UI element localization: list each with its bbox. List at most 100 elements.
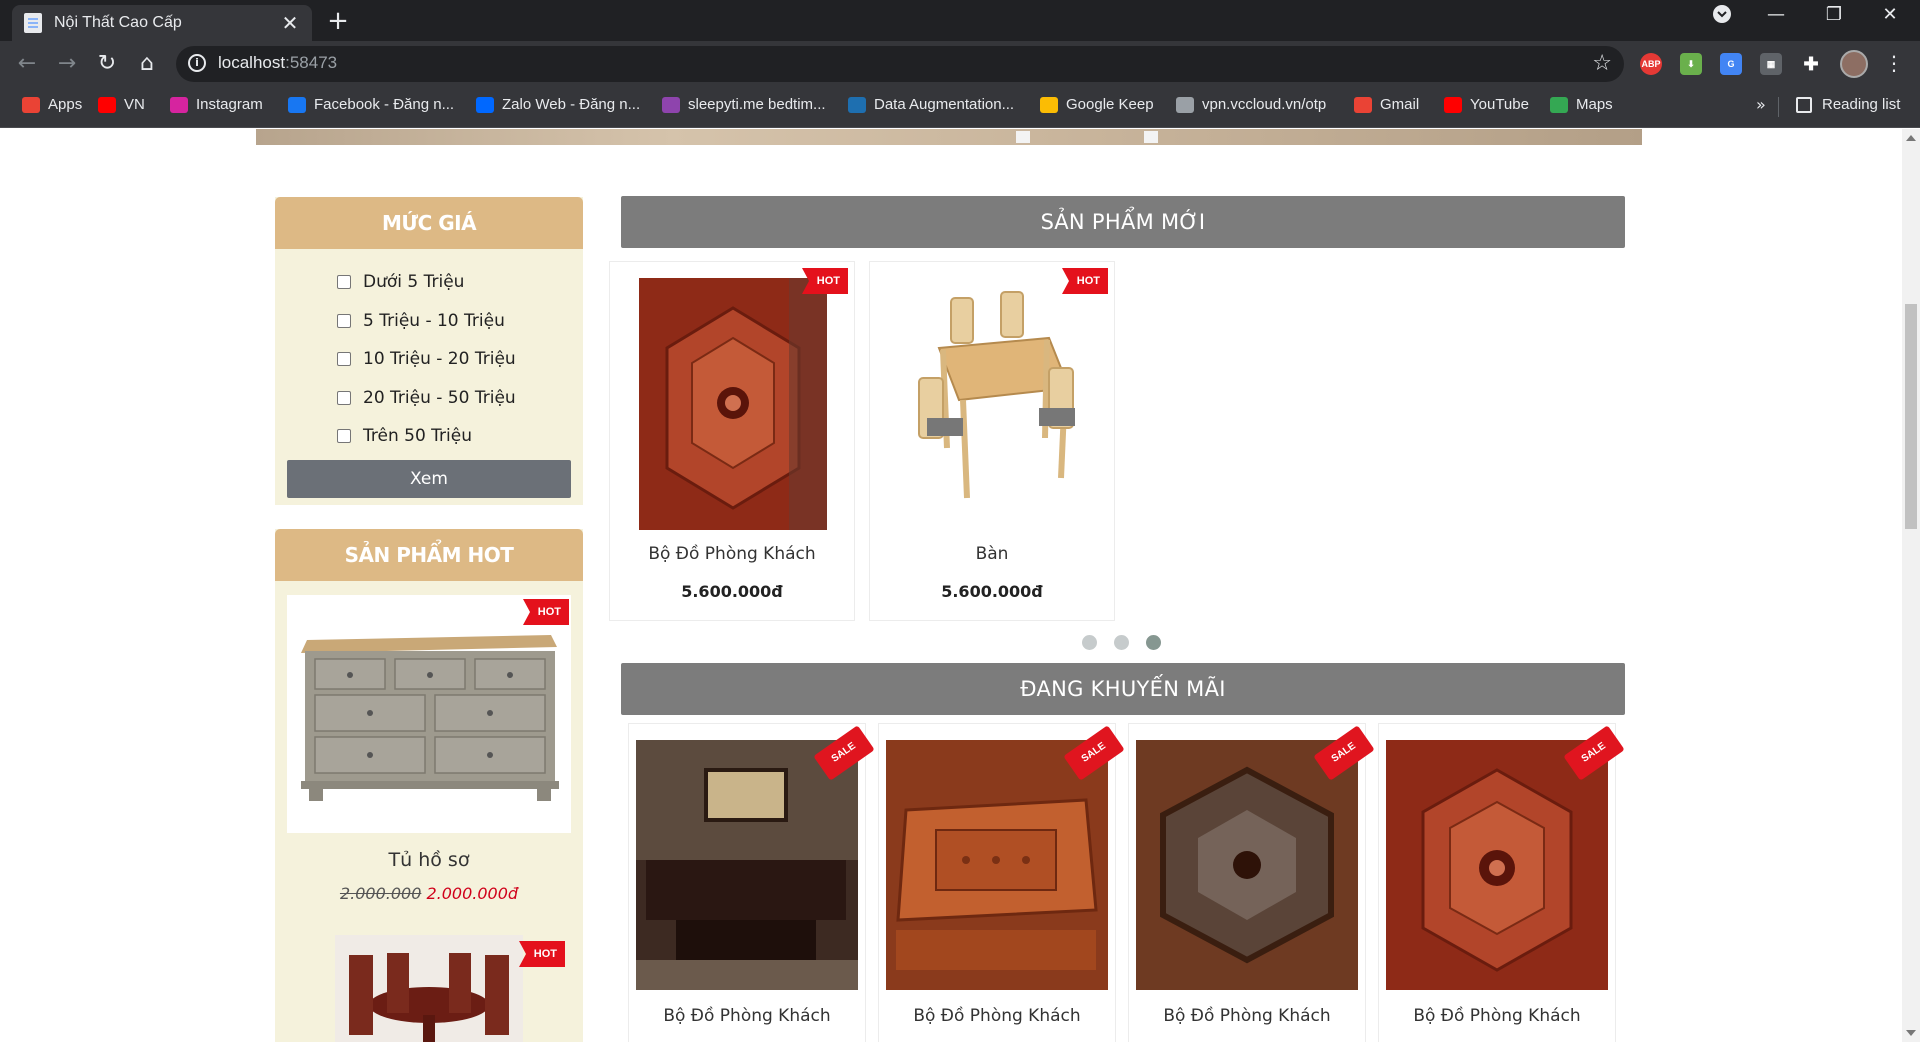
youtube-icon xyxy=(1444,96,1462,113)
new-product-card[interactable]: HOT Bộ Đồ Phòng Khách 5.600.000đ xyxy=(609,261,855,621)
bookmark-item[interactable]: Google Keep xyxy=(1040,96,1154,113)
gmail-icon xyxy=(1354,96,1372,113)
price-filter-box: MỨC GIÁ Dưới 5 Triệu 5 Triệu - 10 Triệu 10… xyxy=(275,197,583,505)
close-tab-icon[interactable]: ✕ xyxy=(280,11,300,35)
price-filter-checkbox[interactable] xyxy=(337,352,351,367)
bookmark-item[interactable]: Maps xyxy=(1550,96,1613,113)
bookmark-label: Instagram xyxy=(196,96,263,113)
price-filter-label: 10 Triệu - 20 Triệu xyxy=(363,349,516,370)
banner-slider-marker xyxy=(1144,131,1158,143)
bookmark-label: Zalo Web - Đăng n... xyxy=(502,96,641,113)
product-name[interactable]: Bàn xyxy=(870,544,1114,564)
chevron-down-circle-icon xyxy=(1713,5,1731,23)
bookmarks-separator xyxy=(1778,97,1779,117)
reading-list-label: Reading list xyxy=(1822,96,1901,113)
bookmark-item[interactable]: vpn.vccloud.vn/otp xyxy=(1176,96,1326,113)
promo-product-card[interactable]: SALE Bộ Đồ Phòng Khách xyxy=(878,723,1125,1042)
price-filter-option[interactable]: Dưới 5 Triệu xyxy=(337,263,583,302)
hot-product-card[interactable]: HOT xyxy=(335,935,565,1042)
download-extension-icon[interactable]: ⬇ xyxy=(1680,53,1702,75)
bookmark-item[interactable]: Instagram xyxy=(170,96,263,113)
bookmark-item[interactable]: VN xyxy=(98,96,145,113)
new-tab-button[interactable]: + xyxy=(324,6,352,36)
bookmark-label: Gmail xyxy=(1380,96,1420,113)
price-filter-option[interactable]: 20 Triệu - 50 Triệu xyxy=(337,379,583,418)
price-filter-label: 20 Triệu - 50 Triệu xyxy=(363,387,516,408)
scrollbar-thumb[interactable] xyxy=(1905,304,1917,529)
hot-product-price: 2.000.000đ xyxy=(426,884,519,903)
product-name[interactable]: Bộ Đồ Phòng Khách xyxy=(629,1006,865,1026)
hot-product-card[interactable]: HOT xyxy=(287,595,571,833)
browser-tab-strip: Nội Thất Cao Cấp ✕ + — ❐ ✕ xyxy=(0,0,1920,41)
more-bookmarks-button[interactable]: » xyxy=(1756,95,1766,114)
page-viewport: MỨC GIÁ Dưới 5 Triệu 5 Triệu - 10 Triệu 10… xyxy=(0,129,1902,1042)
carousel-dot-1[interactable] xyxy=(1082,635,1097,650)
living-room-showroom-image xyxy=(636,740,858,990)
price-filter-checkbox[interactable] xyxy=(337,275,351,290)
scroll-down-arrow-icon[interactable] xyxy=(1906,1030,1916,1036)
carousel-dot-3[interactable] xyxy=(1146,635,1161,650)
browser-menu-icon[interactable]: ⋮ xyxy=(1884,51,1904,75)
bookmark-item[interactable]: Zalo Web - Đăng n... xyxy=(476,96,640,113)
product-name[interactable]: Bộ Đồ Phòng Khách xyxy=(1129,1006,1365,1026)
tab-search-button[interactable] xyxy=(1702,4,1742,29)
translate-extension-icon[interactable]: G xyxy=(1720,53,1742,75)
bookmark-star-icon[interactable]: ☆ xyxy=(1592,51,1612,76)
bookmark-label: Data Augmentation... xyxy=(874,96,1015,113)
promo-product-card[interactable]: SALE Bộ Đồ Phòng Khách xyxy=(628,723,875,1042)
hot-product-name[interactable]: Tủ hồ sơ xyxy=(275,849,583,871)
cabinet-product-image xyxy=(287,595,571,833)
hot-badge: HOT xyxy=(1061,268,1108,294)
carousel-dot-2[interactable] xyxy=(1114,635,1129,650)
adblock-extension-icon[interactable]: ABP xyxy=(1640,53,1662,75)
browser-toolbar: ← → ↻ ⌂ i localhost:58473 ☆ ABP ⬇ G ▦ ✚ … xyxy=(0,41,1920,87)
bookmark-label: Google Keep xyxy=(1066,96,1154,113)
bookmark-item[interactable]: sleepyti.me bedtim... xyxy=(662,96,826,113)
promo-product-card[interactable]: SALE Bộ Đồ Phòng Khách xyxy=(1378,723,1625,1042)
page-scrollbar[interactable] xyxy=(1902,129,1920,1042)
carved-tray-product-image xyxy=(886,740,1108,990)
back-button[interactable]: ← xyxy=(12,49,42,79)
restore-button[interactable]: ❐ xyxy=(1814,4,1854,25)
scroll-up-arrow-icon[interactable] xyxy=(1906,135,1916,141)
price-filter-option[interactable]: Trên 50 Triệu xyxy=(337,417,583,456)
minimize-button[interactable]: — xyxy=(1756,4,1796,25)
bookmark-item[interactable]: Gmail xyxy=(1354,96,1419,113)
product-name[interactable]: Bộ Đồ Phòng Khách xyxy=(610,544,854,564)
bookmarks-bar: » Reading list Apps VN Instagram Facebook -… xyxy=(0,87,1920,128)
price-filter-checkbox[interactable] xyxy=(337,313,351,328)
zalo-icon xyxy=(476,96,494,113)
qr-code-extension-icon[interactable]: ▦ xyxy=(1760,53,1782,75)
reload-button[interactable]: ↻ xyxy=(92,49,122,79)
bookmark-item[interactable]: YouTube xyxy=(1444,96,1529,113)
bookmark-item[interactable]: Facebook - Đăng n... xyxy=(288,96,454,113)
hexagon-box-product-image xyxy=(1136,740,1358,990)
product-name[interactable]: Bộ Đồ Phòng Khách xyxy=(879,1006,1115,1026)
price-filter-checkbox[interactable] xyxy=(337,429,351,444)
browser-tab[interactable]: Nội Thất Cao Cấp ✕ xyxy=(12,5,312,41)
price-filter-checkbox[interactable] xyxy=(337,390,351,405)
promo-product-card[interactable]: SALE Bộ Đồ Phòng Khách xyxy=(1128,723,1375,1042)
extensions-puzzle-icon[interactable]: ✚ xyxy=(1800,53,1822,75)
address-bar[interactable]: i localhost:58473 ☆ xyxy=(176,46,1624,82)
profile-avatar[interactable] xyxy=(1840,50,1868,78)
view-filter-button[interactable]: Xem xyxy=(287,459,571,498)
price-filter-option[interactable]: 5 Triệu - 10 Triệu xyxy=(337,302,583,341)
forward-button[interactable]: → xyxy=(52,49,82,79)
google-maps-icon xyxy=(1550,96,1568,113)
new-product-card[interactable]: HOT Bàn 5.600.000đ xyxy=(869,261,1115,621)
price-filter-option[interactable]: 10 Triệu - 20 Triệu xyxy=(337,340,583,379)
close-window-button[interactable]: ✕ xyxy=(1870,4,1910,25)
bookmark-item[interactable]: Data Augmentation... xyxy=(848,96,1014,113)
promotions-title: ĐANG KHUYẾN MÃI xyxy=(621,663,1625,715)
price-filter-list: Dưới 5 Triệu 5 Triệu - 10 Triệu 10 Triệu -… xyxy=(275,249,583,456)
home-button[interactable]: ⌂ xyxy=(132,49,162,79)
bookmark-item[interactable]: Apps xyxy=(22,96,82,113)
site-info-icon[interactable]: i xyxy=(188,54,206,72)
reading-list-button[interactable]: Reading list xyxy=(1796,96,1900,113)
living-room-set-product-image xyxy=(639,278,827,530)
price-filter-label: Dưới 5 Triệu xyxy=(363,272,465,293)
product-name[interactable]: Bộ Đồ Phòng Khách xyxy=(1379,1006,1615,1026)
banner-slider-marker xyxy=(1016,131,1030,143)
bookmark-label: Maps xyxy=(1576,96,1613,113)
